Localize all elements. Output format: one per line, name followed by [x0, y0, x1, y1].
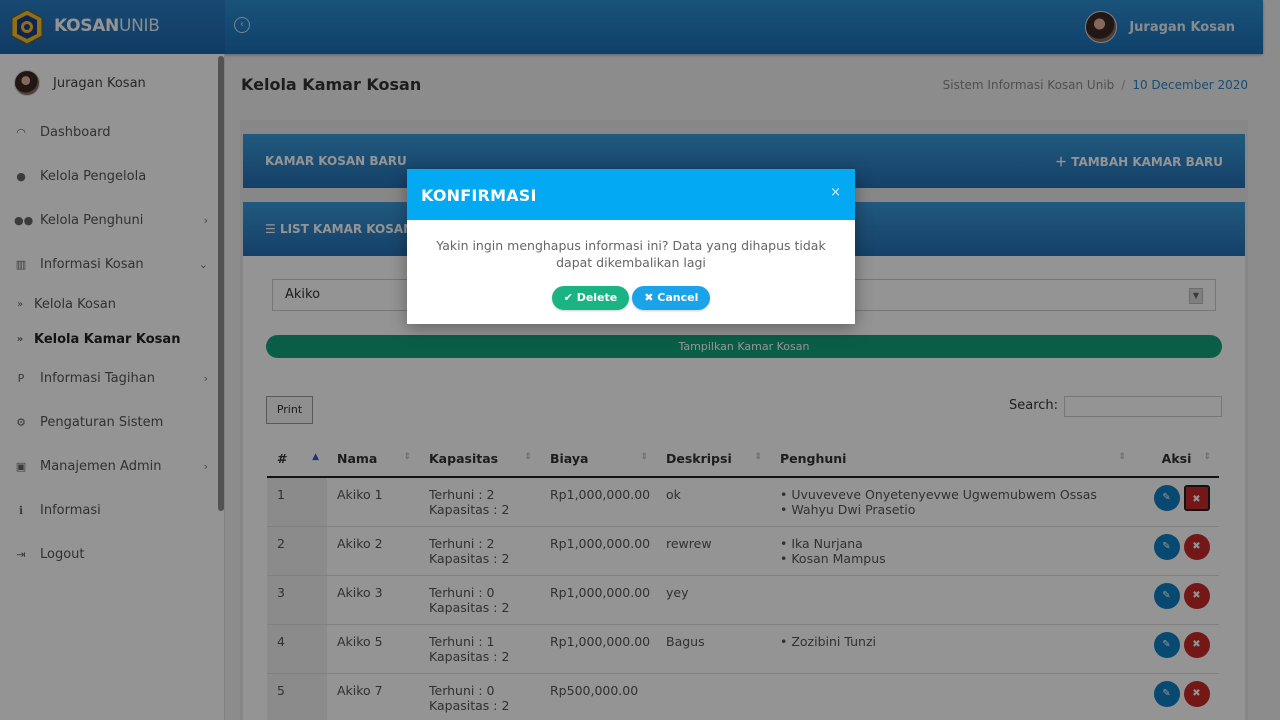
modal-backdrop[interactable]: [0, 0, 1280, 720]
cancel-button[interactable]: ✖ Cancel: [632, 286, 711, 310]
dialog-message: Yakin ingin menghapus informasi ini? Dat…: [436, 238, 826, 270]
confirm-dialog: KONFIRMASI × Yakin ingin menghapus infor…: [407, 169, 855, 324]
close-icon: ✖: [644, 291, 658, 304]
close-icon[interactable]: ×: [830, 185, 841, 200]
cancel-label: Cancel: [657, 291, 699, 304]
delete-label: Delete: [576, 291, 618, 304]
dialog-title: KONFIRMASI: [407, 169, 855, 220]
check-icon: ✔: [563, 291, 577, 304]
dialog-actions: ✔ Delete ✖ Cancel: [407, 286, 855, 310]
confirm-delete-button[interactable]: ✔ Delete: [551, 286, 630, 310]
